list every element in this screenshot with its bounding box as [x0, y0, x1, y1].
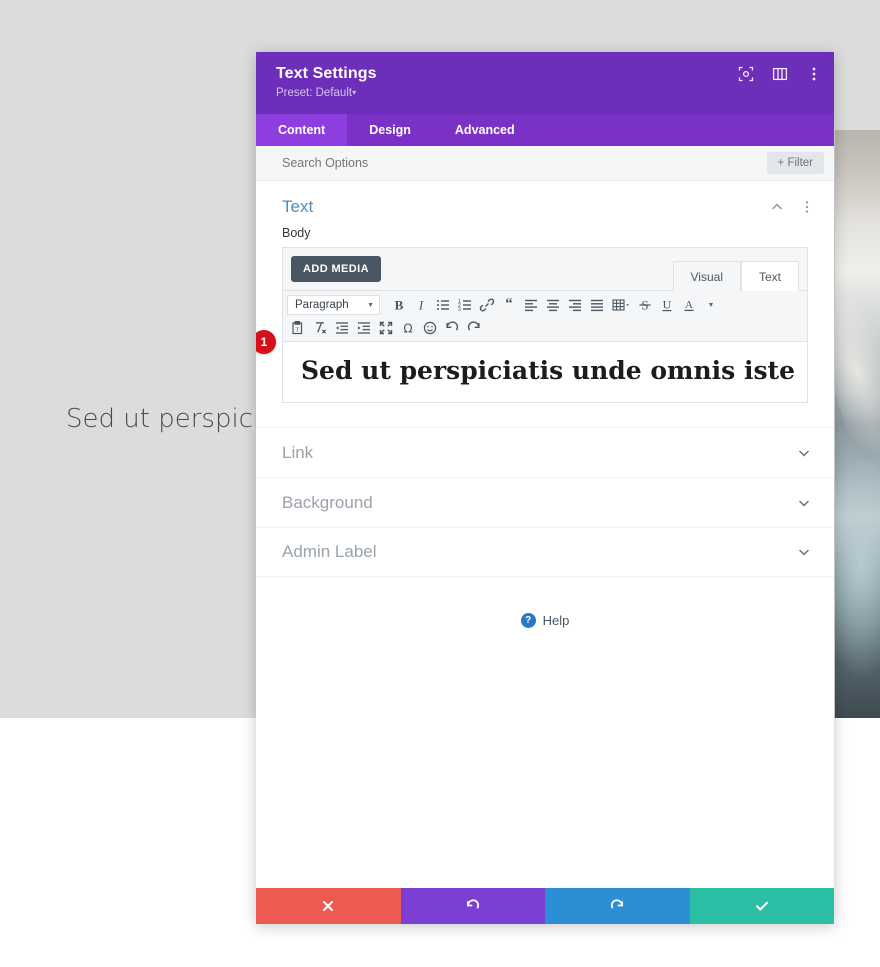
wp-editor-mediabar: ADD MEDIA Visual Text — [283, 248, 807, 291]
website-body-text: Sed ut perspiciat — [66, 404, 287, 434]
modal-title: Text Settings — [276, 65, 377, 82]
svg-text:“: “ — [505, 297, 513, 312]
tab-text[interactable]: Text — [740, 261, 799, 291]
numbered-list-icon[interactable]: 1 2 3 — [454, 294, 476, 316]
undo-button[interactable] — [400, 888, 545, 924]
text-color-icon[interactable]: A — [678, 294, 700, 316]
svg-text:B: B — [395, 298, 404, 313]
editor-mode-tabs: Visual Text — [672, 260, 799, 291]
svg-text:Ω: Ω — [403, 322, 412, 336]
clear-formatting-icon[interactable] — [309, 317, 331, 339]
add-media-button[interactable]: ADD MEDIA — [291, 256, 381, 282]
layout-columns-icon[interactable] — [772, 66, 788, 82]
blockquote-icon[interactable]: “ — [498, 294, 520, 316]
help-link[interactable]: ? Help — [256, 613, 834, 628]
toolbar-row-1: Paragraph ▼ B I 1 2 3 “ S U A ▼ — [287, 294, 803, 316]
section-link-label: Link — [282, 442, 314, 462]
modal-header-actions — [738, 66, 822, 82]
table-icon[interactable] — [608, 294, 634, 316]
wp-editor-content-text: Sed ut perspiciatis unde omnis iste — [301, 356, 795, 385]
text-settings-modal: Text Settings Preset: Default▾ Content D… — [256, 52, 834, 924]
underline-icon[interactable]: U — [656, 294, 678, 316]
collapsed-sections: Link Background Admin Label — [256, 427, 834, 577]
preset-label: Preset: Default — [276, 87, 353, 99]
tab-visual[interactable]: Visual — [672, 261, 741, 291]
preset-selector[interactable]: Preset: Default▾ — [276, 87, 816, 99]
website-photo — [835, 130, 880, 718]
wp-editor: ADD MEDIA Visual Text Paragraph ▼ B I 1 … — [256, 247, 808, 403]
body-field-label: Body — [282, 226, 311, 240]
focus-target-icon[interactable] — [738, 66, 754, 82]
caret-down-icon: ▾ — [352, 88, 357, 97]
tab-advanced[interactable]: Advanced — [433, 114, 537, 146]
help-label: Help — [542, 613, 570, 628]
emoji-icon[interactable] — [419, 317, 441, 339]
chevron-down-icon: ▼ — [367, 301, 374, 309]
bold-icon[interactable]: B — [388, 294, 410, 316]
wp-editor-content[interactable]: 1 Sed ut perspiciatis unde omnis iste — [256, 330, 807, 402]
redo-button[interactable] — [545, 888, 690, 924]
section-background-label: Background — [282, 492, 373, 512]
align-center-icon[interactable] — [542, 294, 564, 316]
fullscreen-icon[interactable] — [375, 317, 397, 339]
search-bar: + Filter — [256, 146, 834, 181]
svg-text:I: I — [418, 298, 424, 313]
paragraph-format-select[interactable]: Paragraph ▼ — [287, 295, 380, 315]
bulleted-list-icon[interactable] — [432, 294, 454, 316]
undo-icon[interactable] — [441, 317, 463, 339]
paste-as-text-icon[interactable]: T — [287, 317, 309, 339]
tab-design[interactable]: Design — [347, 114, 433, 146]
text-group-actions — [770, 200, 814, 214]
modal-footer — [256, 888, 834, 924]
screen: Sed ut perspiciat Text Settings Preset: … — [0, 0, 880, 967]
svg-text:3: 3 — [458, 307, 461, 313]
italic-icon[interactable]: I — [410, 294, 432, 316]
svg-text:U: U — [663, 298, 672, 312]
section-background[interactable]: Background — [256, 477, 834, 527]
paragraph-format-value: Paragraph — [295, 299, 349, 311]
chevron-down-icon — [796, 544, 812, 560]
step-badge-1: 1 — [256, 330, 276, 354]
text-group-header: Text — [256, 181, 834, 226]
svg-text:A: A — [685, 299, 693, 311]
discard-button[interactable] — [256, 888, 401, 924]
svg-text:T: T — [295, 328, 299, 334]
chevron-up-icon[interactable] — [770, 200, 784, 214]
more-vertical-icon[interactable] — [800, 200, 814, 214]
save-button[interactable] — [689, 888, 834, 924]
modal-body: Text Body ADD MEDIA Visual Text Paragrap… — [256, 181, 834, 888]
align-right-icon[interactable] — [564, 294, 586, 316]
text-group-title: Text — [282, 197, 314, 216]
question-mark-icon: ? — [520, 613, 536, 628]
align-justify-icon[interactable] — [586, 294, 608, 316]
chevron-down-icon — [796, 495, 812, 511]
more-vertical-icon[interactable] — [806, 66, 822, 82]
align-left-icon[interactable] — [520, 294, 542, 316]
outdent-icon[interactable] — [331, 317, 353, 339]
section-admin-label[interactable]: Admin Label — [256, 527, 834, 577]
special-character-icon[interactable]: Ω — [397, 317, 419, 339]
strikethrough-icon[interactable]: S — [634, 294, 656, 316]
modal-tabs: Content Design Advanced — [256, 114, 834, 146]
filter-button[interactable]: + Filter — [766, 152, 824, 174]
body-field: Body ADD MEDIA Visual Text Paragraph ▼ B… — [256, 226, 834, 403]
text-color-chevron-down-icon[interactable]: ▼ — [700, 294, 722, 316]
wp-editor-toolbar: Paragraph ▼ B I 1 2 3 “ S U A ▼ T Ω — [283, 291, 807, 342]
modal-header: Text Settings Preset: Default▾ — [256, 52, 834, 114]
search-input[interactable] — [282, 156, 662, 170]
toolbar-row-2: T Ω — [287, 317, 803, 339]
redo-icon[interactable] — [463, 317, 485, 339]
tab-content[interactable]: Content — [256, 114, 348, 146]
section-link[interactable]: Link — [256, 427, 834, 477]
link-icon[interactable] — [476, 294, 498, 316]
section-admin-label-label: Admin Label — [282, 542, 377, 561]
chevron-down-icon — [796, 445, 812, 461]
indent-icon[interactable] — [353, 317, 375, 339]
